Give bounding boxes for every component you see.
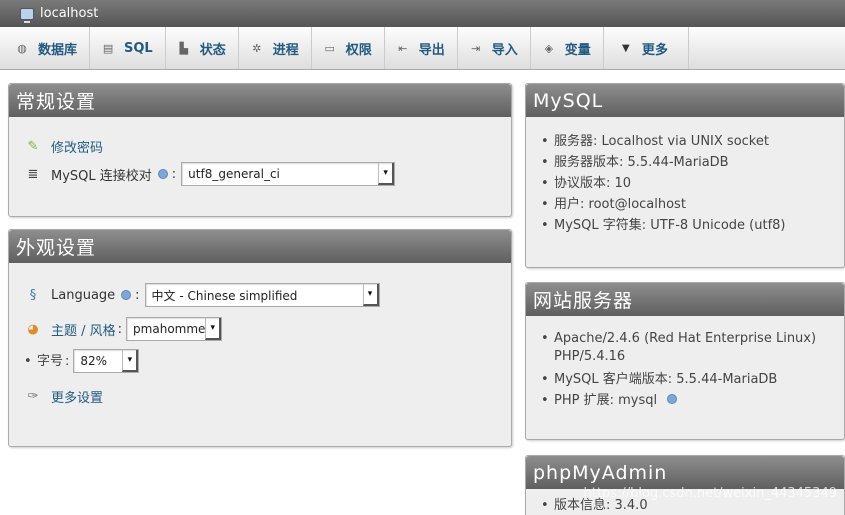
font-size-row: 字号 : 82% ▾ — [9, 349, 511, 373]
theme-link[interactable]: 主题 / 风格 — [51, 320, 116, 339]
mysql-info-panel: MySQL 服务器: Localhost via UNIX socket 服务器… — [525, 83, 845, 268]
chevron-down-icon: ▾ — [378, 163, 395, 185]
theme-select[interactable]: pmahomme ▾ — [126, 317, 223, 341]
window-titlebar: localhost — [0, 0, 845, 27]
help-icon[interactable] — [121, 290, 132, 300]
colon: : — [171, 166, 177, 182]
theme-row: ◕ 主题 / 风格 : pmahomme ▾ — [25, 317, 511, 341]
panel-title: 常规设置 — [9, 84, 511, 117]
list-item: Apache/2.4.6 (Red Hat Enterprise Linux) … — [526, 330, 844, 366]
tab-more[interactable]: ▼ 更多 — [604, 27, 689, 69]
tab-label: 权限 — [345, 42, 372, 58]
wrench-icon: ✑ — [27, 389, 39, 404]
list-icon: ≣ — [27, 166, 39, 182]
theme-value: pmahomme — [133, 322, 206, 336]
collation-value: utf8_general_ci — [188, 167, 280, 181]
panel-title: 网站服务器 — [526, 283, 844, 316]
help-icon[interactable] — [157, 169, 168, 179]
general-settings-panel: 常规设置 ✎ 修改密码 ≣ MySQL 连接校对 : utf8_general_… — [8, 83, 512, 217]
tab-sql[interactable]: ▤ SQL — [90, 27, 166, 69]
more-settings-link[interactable]: 更多设置 — [51, 387, 103, 406]
more-settings-row: ✑ 更多设置 — [25, 387, 511, 406]
tab-label: 进程 — [272, 42, 299, 58]
mysql-info-list: 服务器: Localhost via UNIX socket 服务器版本: 5.… — [526, 131, 844, 236]
tab-label: 更多 — [641, 42, 668, 58]
tab-label: 变量 — [564, 42, 591, 58]
privileges-icon: ▭ — [324, 41, 335, 55]
key-icon: ✎ — [27, 139, 39, 154]
sql-icon: ▤ — [102, 41, 114, 55]
chevron-down-icon: ▾ — [205, 318, 222, 340]
chevron-down-icon: ▾ — [362, 284, 379, 306]
tab-processes[interactable]: ✲ 进程 — [239, 27, 312, 69]
colon: : — [135, 287, 140, 303]
tab-import[interactable]: ⇥ 导入 — [458, 27, 531, 69]
php-extension-text: PHP 扩展: mysql — [554, 393, 658, 408]
font-size-value: 82% — [80, 353, 108, 368]
list-item: PHP 扩展: mysql — [526, 390, 844, 411]
language-value: 中文 - Chinese simplified — [151, 288, 298, 303]
change-password-link[interactable]: 修改密码 — [51, 137, 103, 156]
list-item: MySQL 客户端版本: 5.5.44-MariaDB — [526, 369, 844, 390]
appearance-settings-panel: 外观设置 § Language : 中文 - Chinese simplifie… — [8, 229, 512, 447]
variables-icon: ◈ — [544, 41, 554, 55]
language-icon: § — [29, 287, 37, 303]
status-icon: ▙ — [179, 41, 188, 55]
process-icon: ✲ — [252, 41, 262, 55]
change-password-row: ✎ 修改密码 — [25, 137, 511, 156]
database-icon: ◍ — [17, 41, 27, 55]
chevron-down-icon: ▾ — [122, 350, 139, 372]
main-tabs: ◍ 数据库 ▤ SQL ▙ 状态 ✲ 进程 ▭ 权限 ⇤ 导出 ⇥ 导入 ◈ 变… — [0, 27, 845, 70]
language-label: Language — [51, 287, 116, 303]
tab-databases[interactable]: ◍ 数据库 — [4, 27, 91, 69]
tab-privileges[interactable]: ▭ 权限 — [312, 27, 385, 69]
tab-export[interactable]: ⇤ 导出 — [385, 27, 458, 69]
tab-label: 状态 — [199, 42, 226, 58]
panel-title: phpMyAdmin — [526, 456, 844, 489]
webserver-info-list: Apache/2.4.6 (Red Hat Enterprise Linux) … — [526, 330, 844, 411]
tab-label: 数据库 — [38, 42, 78, 58]
font-size-list: 字号 : 82% ▾ — [9, 349, 511, 373]
webserver-info-panel: 网站服务器 Apache/2.4.6 (Red Hat Enterprise L… — [525, 282, 845, 440]
tab-label: 导入 — [491, 42, 518, 58]
colon: : — [117, 321, 123, 337]
phpmyadmin-info-panel: phpMyAdmin 版本信息: 3.4.0 — [525, 455, 845, 515]
panel-title: MySQL — [526, 84, 844, 117]
list-item: 服务器版本: 5.5.44-MariaDB — [526, 152, 844, 173]
tab-status[interactable]: ▙ 状态 — [166, 27, 239, 69]
theme-icon: ◕ — [27, 321, 39, 337]
tab-label: 导出 — [418, 42, 445, 58]
tab-label: SQL — [124, 40, 153, 56]
collation-row: ≣ MySQL 连接校对 : utf8_general_ci ▾ — [25, 162, 511, 186]
export-icon: ⇤ — [398, 41, 408, 55]
more-icon: ▼ — [621, 42, 630, 54]
tab-variables[interactable]: ◈ 变量 — [531, 27, 604, 69]
list-item: 协议版本: 10 — [526, 173, 844, 194]
collation-label: MySQL 连接校对 — [51, 168, 152, 184]
language-select[interactable]: 中文 - Chinese simplified ▾ — [144, 283, 380, 307]
collation-select[interactable]: utf8_general_ci ▾ — [181, 162, 396, 186]
panel-title: 外观设置 — [9, 230, 511, 263]
list-item: 服务器: Localhost via UNIX socket — [526, 131, 844, 152]
list-item: 用户: root@localhost — [526, 194, 844, 215]
server-icon — [20, 7, 34, 23]
colon: : — [65, 353, 70, 369]
font-size-select[interactable]: 82% ▾ — [73, 349, 140, 373]
watermark: https://blog.csdn.net/weixin_44345349 — [583, 486, 837, 501]
import-icon: ⇥ — [471, 41, 481, 55]
list-item: MySQL 字符集: UTF-8 Unicode (utf8) — [526, 215, 844, 236]
font-size-label: 字号 — [37, 353, 64, 369]
language-row: § Language : 中文 - Chinese simplified ▾ — [25, 283, 511, 307]
window-title: localhost — [40, 6, 99, 21]
help-icon[interactable] — [667, 394, 678, 404]
